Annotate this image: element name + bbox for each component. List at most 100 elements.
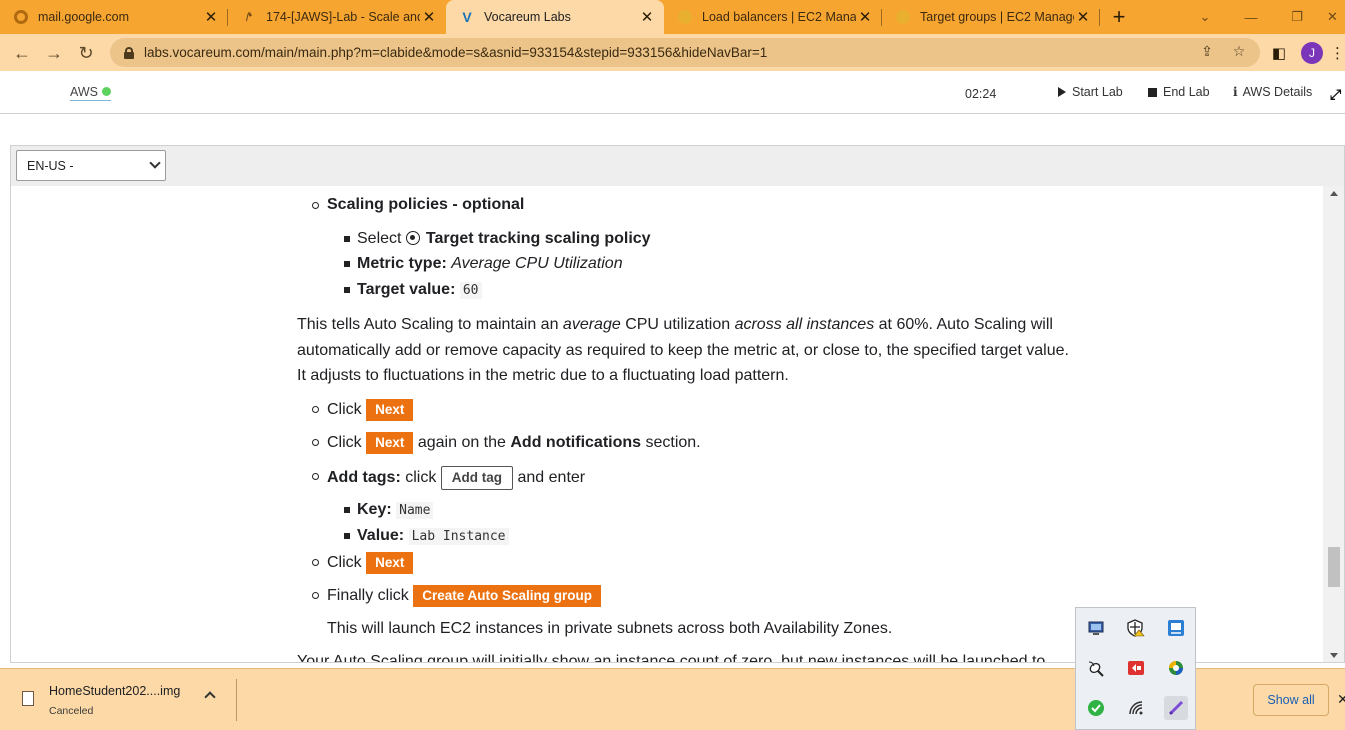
shield-warning-icon[interactable] — [1124, 616, 1148, 640]
next-button-ref: Next — [366, 552, 414, 574]
list-bullet — [312, 592, 319, 599]
file-icon — [22, 691, 34, 706]
close-icon[interactable]: ✕ — [202, 8, 220, 26]
radio-selected-icon — [405, 231, 420, 245]
red-app-icon[interactable] — [1124, 656, 1148, 680]
chevron-up-icon[interactable] — [204, 691, 216, 703]
section-text: section. — [645, 434, 701, 452]
aws-icon — [678, 10, 692, 24]
list-bullet — [344, 261, 350, 267]
wifi-icon[interactable] — [1124, 696, 1148, 720]
tab-title: Load balancers | EC2 Manag — [702, 10, 856, 24]
tab-title: Vocareum Labs — [484, 10, 571, 24]
tab-github-lab[interactable]: ⭚ 174-[JAWS]-Lab - Scale and L ✕ — [228, 0, 446, 34]
and-enter-text: and enter — [517, 469, 586, 487]
value-label: Value: — [357, 527, 405, 544]
finally-click-line: Finally click Create Auto Scaling group — [327, 585, 602, 607]
tab-target-groups[interactable]: Target groups | EC2 Manager ✕ — [882, 0, 1100, 34]
green-check-icon[interactable] — [1084, 696, 1108, 720]
instructions-content: Scaling policies - optional Select Targe… — [11, 186, 1323, 662]
aws-details-label: AWS Details — [1242, 85, 1313, 99]
instructions-panel: EN-US - Scaling policies - optional Sele… — [10, 145, 1345, 663]
download-file-name[interactable]: HomeStudent202....img — [49, 684, 180, 698]
target-tracking-label: Target tracking scaling policy — [425, 230, 651, 247]
target-value-label: Target value: — [357, 281, 456, 298]
aws-icon — [896, 10, 910, 24]
end-lab-button[interactable]: End Lab — [1148, 85, 1210, 99]
close-icon[interactable]: ✕ — [420, 8, 438, 26]
para-text: CPU utilization — [620, 316, 735, 333]
create-asg-button-ref: Create Auto Scaling group — [413, 585, 602, 607]
start-lab-button[interactable]: Start Lab — [1058, 85, 1123, 99]
aws-status-dot — [102, 87, 112, 96]
color-globe-icon[interactable] — [1164, 656, 1188, 680]
click-text: Click — [327, 554, 362, 572]
play-icon — [1058, 87, 1066, 97]
aws-details-button[interactable]: i AWS Details — [1233, 85, 1312, 99]
browser-tabstrip: mail.google.com ✕ ⭚ 174-[JAWS]-Lab - Sca… — [0, 0, 1345, 34]
display-icon[interactable] — [1084, 616, 1108, 640]
scroll-up-icon[interactable] — [1330, 191, 1338, 196]
list-bullet — [344, 533, 350, 539]
tab-title: 174-[JAWS]-Lab - Scale and L — [266, 10, 420, 24]
click-text: click — [405, 469, 437, 487]
metric-type-line: Metric type: Average CPU Utilization — [357, 254, 623, 274]
close-icon[interactable]: ✕ — [1337, 691, 1345, 708]
lab-header: AWS 02:24 Start Lab End Lab i AWS Details… — [0, 71, 1345, 114]
close-icon[interactable]: ✕ — [1074, 8, 1092, 26]
divider — [236, 679, 237, 721]
window-close-icon[interactable]: ✕ — [1320, 0, 1345, 34]
again-text: again on the — [417, 434, 506, 452]
start-lab-label: Start Lab — [1072, 85, 1123, 99]
satellite-icon[interactable] — [1084, 656, 1108, 680]
profile-avatar[interactable]: J — [1301, 42, 1323, 64]
close-icon[interactable]: ✕ — [856, 8, 874, 26]
value-value-code: Lab Instance — [408, 528, 509, 545]
back-icon[interactable]: ← — [9, 40, 35, 66]
scroll-down-icon[interactable] — [1330, 653, 1338, 658]
add-tag-button-ref: Add tag — [440, 466, 514, 490]
system-tray-overflow — [1075, 607, 1196, 730]
add-tags-label: Add tags: — [327, 469, 401, 487]
instructions-scrollbar[interactable] — [1323, 186, 1344, 662]
list-bullet — [344, 507, 350, 513]
github-icon: ⭚ — [245, 11, 253, 24]
aws-link[interactable]: AWS — [70, 85, 112, 101]
show-all-button[interactable]: Show all — [1253, 684, 1329, 716]
para-italic: across all instances — [734, 316, 875, 333]
tab-title: Target groups | EC2 Manager — [920, 10, 1074, 24]
info-icon: i — [1233, 85, 1238, 99]
tab-load-balancers[interactable]: Load balancers | EC2 Manag ✕ — [664, 0, 882, 34]
close-icon[interactable]: ✕ — [638, 8, 656, 26]
para-italic: average — [562, 316, 621, 333]
bookmark-star-icon[interactable]: ☆ — [1230, 42, 1248, 60]
address-bar[interactable]: labs.vocareum.com/main/main.php?m=clabid… — [110, 38, 1260, 67]
expand-icon[interactable]: ⤢ — [1330, 86, 1341, 103]
share-icon[interactable]: ⇪ — [1198, 42, 1216, 60]
click-next-line-1: Click Next — [327, 399, 414, 421]
side-panel-icon[interactable]: ◧ — [1269, 43, 1289, 63]
aws-label: AWS — [70, 85, 99, 99]
minimize-icon[interactable]: — — [1228, 0, 1274, 34]
forward-icon[interactable]: → — [41, 40, 67, 66]
google-icon — [14, 10, 28, 24]
url-text: labs.vocareum.com/main/main.php?m=clabid… — [144, 45, 768, 60]
pen-icon[interactable] — [1164, 696, 1188, 720]
scroll-thumb[interactable] — [1328, 547, 1340, 587]
tab-gmail[interactable]: mail.google.com ✕ — [0, 0, 228, 34]
tab-vocareum[interactable]: V Vocareum Labs ✕ — [446, 0, 664, 34]
list-bullet — [312, 202, 319, 209]
download-status: Canceled — [49, 705, 94, 717]
click-next-line-2: Click Next again on the Add notification… — [327, 432, 701, 454]
vocareum-icon: V — [462, 9, 472, 25]
list-bullet — [344, 287, 350, 293]
end-lab-label: End Lab — [1163, 85, 1210, 99]
reload-icon[interactable]: ↻ — [73, 40, 99, 66]
menu-icon[interactable]: ⋮ — [1330, 43, 1345, 63]
tag-key-line: Key: Name — [357, 500, 434, 521]
network-app-icon[interactable] — [1164, 616, 1188, 640]
new-tab-button[interactable]: + — [1106, 4, 1132, 29]
restore-icon[interactable]: ❐ — [1274, 0, 1320, 34]
tab-search-icon[interactable]: ⌄ — [1182, 0, 1228, 34]
language-select[interactable]: EN-US - — [16, 150, 166, 181]
